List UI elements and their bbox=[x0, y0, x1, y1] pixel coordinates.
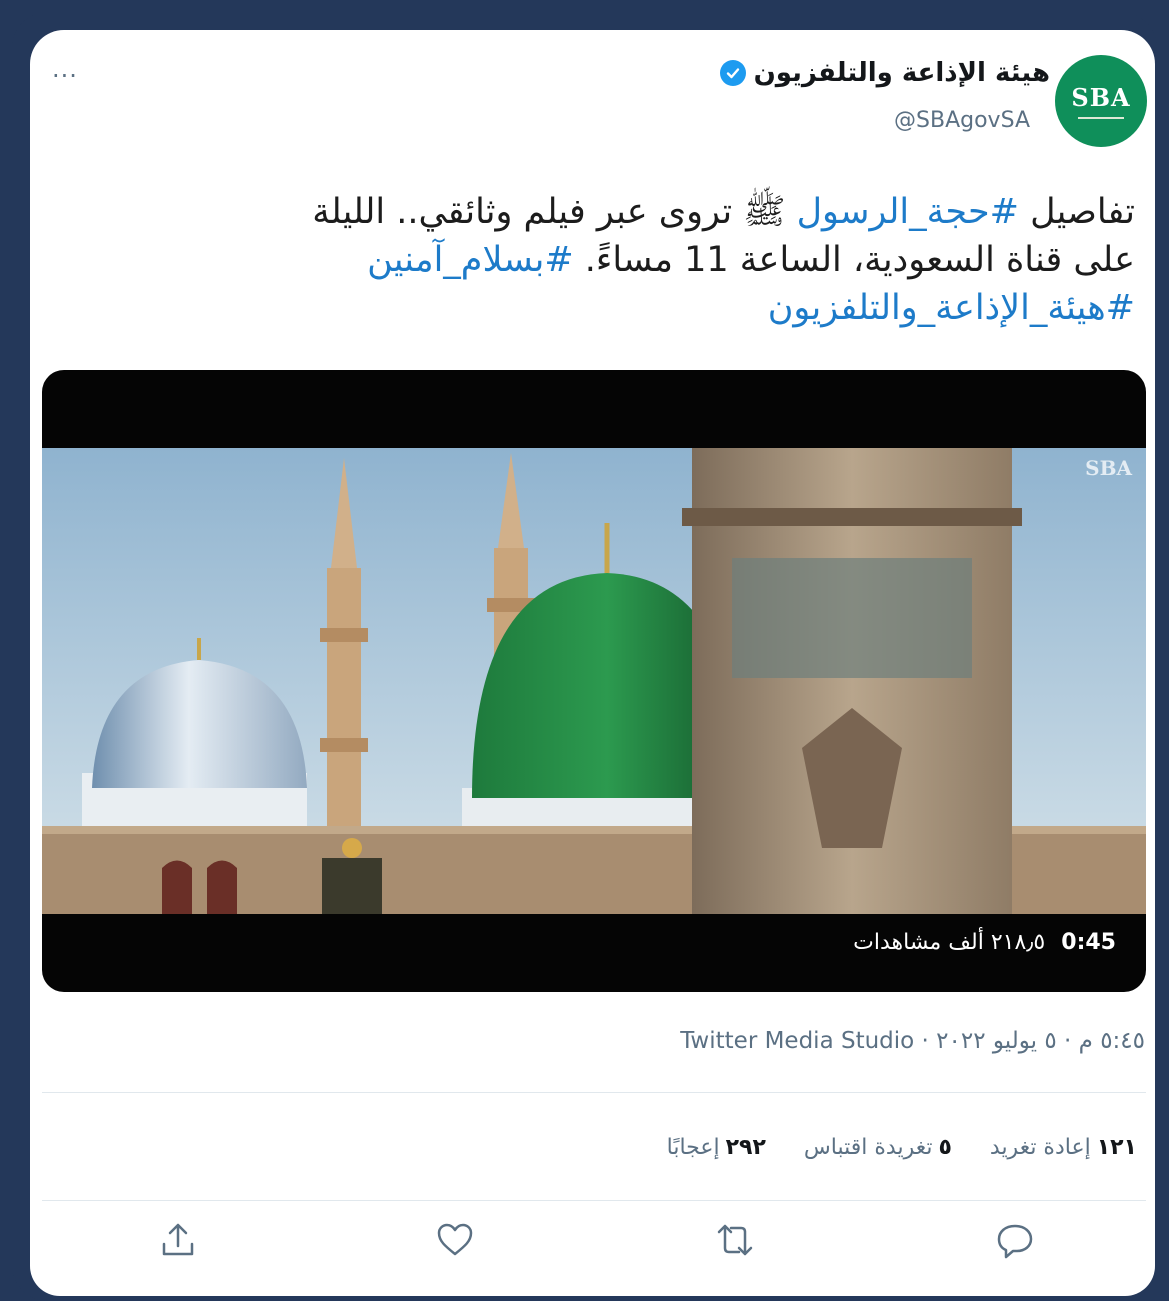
reply-icon bbox=[997, 1224, 1033, 1259]
video-watermark: SBA bbox=[1085, 456, 1132, 480]
retweets-stat[interactable]: ١٢١إعادة تغريد bbox=[990, 1135, 1137, 1160]
hashtag-link[interactable]: #حجة_الرسول bbox=[797, 192, 1019, 232]
tweet-timestamp-source[interactable]: ٥:٤٥ م · ٥ يوليو ٢٠٢٢ · Twitter Media St… bbox=[680, 1028, 1145, 1054]
tweet-text: تفاصيل #حجة_الرسول ﷺ تروى عبر فيلم وثائق… bbox=[55, 188, 1135, 332]
tweet-stats: ١٢١إعادة تغريد ٥تغريدة اقتباس ٢٩٢إعجابًا bbox=[667, 1135, 1137, 1160]
divider bbox=[42, 1092, 1146, 1093]
author-name-row: هيئة الإذاعة والتلفزيون bbox=[719, 58, 1050, 88]
tweet-line-1: تفاصيل #حجة_الرسول ﷺ تروى عبر فيلم وثائق… bbox=[55, 188, 1135, 236]
reply-button[interactable] bbox=[985, 1210, 1045, 1270]
tweet-card: ··· هيئة الإذاعة والتلفزيون @SBAgovSA SB… bbox=[30, 30, 1155, 1296]
quotes-count: ٥ bbox=[938, 1135, 952, 1160]
video-duration: 0:45 bbox=[1061, 930, 1116, 955]
likes-count: ٢٩٢ bbox=[725, 1135, 766, 1160]
hashtag-link[interactable]: #بسلام_آمنين bbox=[367, 240, 574, 280]
tweet-line-3: #هيئة_الإذاعة_والتلفزيون bbox=[55, 284, 1135, 332]
verified-badge-icon bbox=[719, 60, 746, 86]
tweet-text-part: تفاصيل bbox=[1018, 192, 1135, 232]
video-view-count: ٢١٨٫٥ ألف مشاهدات bbox=[853, 930, 1046, 955]
retweet-icon bbox=[717, 1224, 753, 1256]
tweet-text-part: ﷺ تروى عبر فيلم وثائقي.. الليلة bbox=[312, 192, 797, 232]
tweet-line-2: على قناة السعودية، الساعة 11 مساءً. #بسل… bbox=[55, 236, 1135, 284]
retweets-label: إعادة تغريد bbox=[989, 1135, 1091, 1160]
quotes-label: تغريدة اقتباس bbox=[803, 1135, 933, 1160]
retweet-button[interactable] bbox=[705, 1210, 765, 1270]
more-options-button[interactable]: ··· bbox=[52, 62, 78, 90]
hashtag-link[interactable]: #هيئة_الإذاعة_والتلفزيون bbox=[768, 288, 1135, 328]
avatar[interactable]: SBA bbox=[1055, 55, 1147, 147]
share-icon bbox=[162, 1223, 194, 1256]
retweets-count: ١٢١ bbox=[1096, 1135, 1137, 1160]
video-info-overlay: 0:45 ٢١٨٫٥ ألف مشاهدات bbox=[853, 930, 1116, 955]
share-button[interactable] bbox=[148, 1210, 208, 1270]
author-display-name[interactable]: هيئة الإذاعة والتلفزيون bbox=[754, 58, 1050, 88]
tweet-text-part: على قناة السعودية، الساعة 11 مساءً. bbox=[573, 240, 1135, 280]
heart-icon bbox=[437, 1223, 473, 1256]
author-handle[interactable]: @SBAgovSA bbox=[894, 108, 1030, 133]
likes-stat[interactable]: ٢٩٢إعجابًا bbox=[667, 1135, 766, 1160]
video-frame-mosque bbox=[42, 448, 1146, 914]
tweet-actions-bar bbox=[30, 1210, 1155, 1280]
avatar-logo-underline bbox=[1078, 117, 1124, 119]
avatar-logo-text: SBA bbox=[1071, 83, 1131, 112]
like-button[interactable] bbox=[425, 1210, 485, 1270]
quotes-stat[interactable]: ٥تغريدة اقتباس bbox=[804, 1135, 952, 1160]
likes-label: إعجابًا bbox=[666, 1135, 720, 1160]
video-player[interactable]: SBA 0:45 ٢١٨٫٥ ألف مشاهدات bbox=[42, 370, 1146, 992]
divider bbox=[42, 1200, 1146, 1201]
